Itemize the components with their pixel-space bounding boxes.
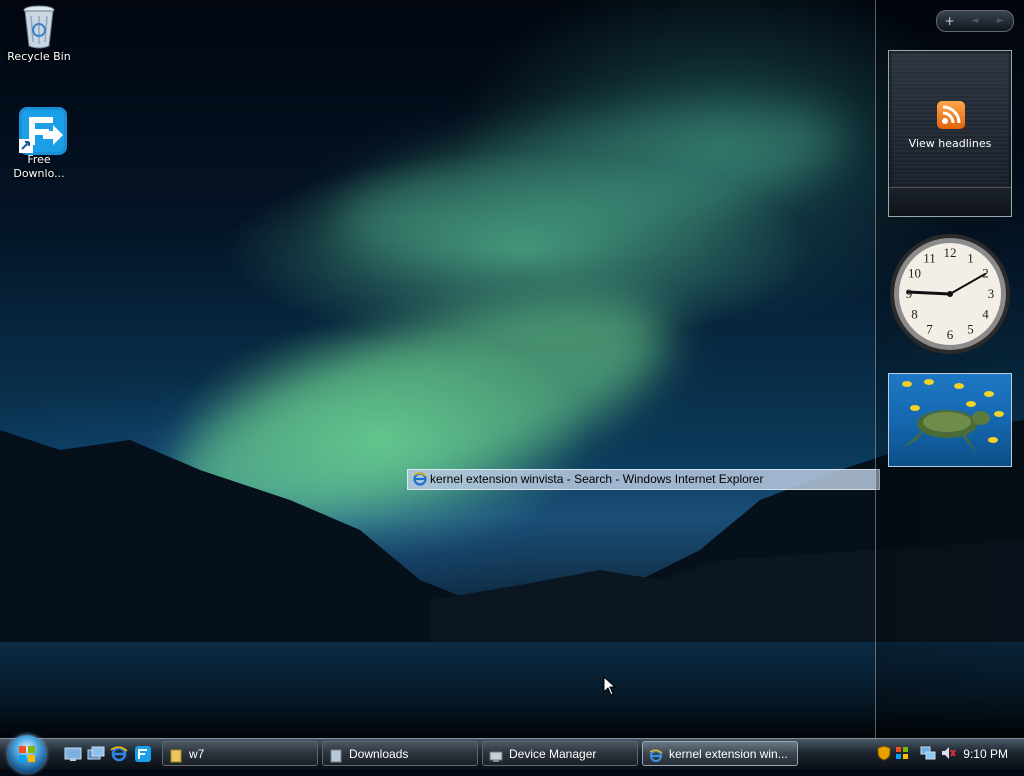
volume-muted-icon[interactable] <box>940 745 956 761</box>
taskbar-button-label: kernel extension win... <box>669 747 788 761</box>
security-shield-icon[interactable] <box>876 745 892 761</box>
folder-icon <box>169 747 183 763</box>
clock-numeral: 7 <box>926 321 933 336</box>
view-headlines-link[interactable]: View headlines <box>889 137 1011 150</box>
free-download-manager-label: Free Downlo... <box>13 153 65 180</box>
device-manager-icon <box>489 747 503 762</box>
taskbar-button-internet-explorer[interactable]: kernel extension win... <box>642 741 798 766</box>
desktop[interactable]: Recycle Bin Free Downlo... kernel extens… <box>0 0 1024 738</box>
mountain-silhouette <box>0 420 1024 650</box>
previous-gadget-page-button[interactable]: ◄ <box>962 11 987 31</box>
window-preview-tooltip: kernel extension winvista - Search - Win… <box>407 469 880 490</box>
add-gadget-button[interactable]: + <box>937 11 962 31</box>
taskbar: w7 Downloads Device Manager kernel exten… <box>0 735 1024 773</box>
clock-numeral: 2 <box>982 265 989 280</box>
recycle-bin-label: Recycle Bin <box>7 50 71 63</box>
clock-numeral: 4 <box>982 306 989 321</box>
taskbar-button-label: Downloads <box>349 747 409 761</box>
lake-reflection <box>0 642 1024 738</box>
taskbar-button-label: w7 <box>189 747 205 761</box>
clock-numeral: 1 <box>967 250 974 265</box>
tray-clock[interactable]: 9:10 PM <box>963 741 1008 767</box>
windows-sidebar: + ◄ ► View headlines 121234567891011 <box>875 0 1024 738</box>
aurora-wallpaper-glow <box>323 75 857 285</box>
ie-icon <box>649 747 663 762</box>
free-download-manager-shortcut[interactable]: Free Downlo... <box>7 107 71 181</box>
taskbar-button-device-manager[interactable]: Device Manager <box>482 741 638 766</box>
free-download-manager-icon <box>19 107 67 155</box>
show-desktop-icon[interactable] <box>64 745 82 763</box>
mouse-cursor-icon <box>603 676 617 696</box>
taskbar-button-downloads[interactable]: Downloads <box>322 741 478 766</box>
ie-icon[interactable] <box>110 745 128 763</box>
clock-numeral: 11 <box>923 250 936 265</box>
recycle-bin[interactable]: Recycle Bin <box>7 4 71 64</box>
switch-windows-icon[interactable] <box>87 745 105 763</box>
sidebar-controls: + ◄ ► <box>936 10 1014 32</box>
taskbar-button-label: Device Manager <box>509 747 597 761</box>
slideshow-gadget[interactable] <box>888 373 1012 467</box>
clock-numeral: 12 <box>944 245 957 260</box>
taskbar-button-w7[interactable]: w7 <box>162 741 318 766</box>
windows-update-icon[interactable] <box>894 745 910 761</box>
next-gadget-page-button[interactable]: ► <box>988 11 1013 31</box>
start-button[interactable] <box>8 735 46 773</box>
tooltip-text: kernel extension winvista - Search - Win… <box>430 472 764 486</box>
notification-area: 9:10 PM <box>868 741 1024 767</box>
clock-numeral: 10 <box>908 265 921 280</box>
clock-numeral: 6 <box>947 327 954 342</box>
free-download-manager-icon[interactable] <box>134 745 152 763</box>
ie-icon <box>413 472 427 492</box>
clock-numeral: 3 <box>988 286 995 301</box>
folder-icon <box>329 747 343 763</box>
clock-numeral: 5 <box>967 321 974 336</box>
network-icon[interactable] <box>920 745 936 761</box>
clock-hour-hand <box>906 290 952 296</box>
recycle-bin-icon <box>19 4 59 49</box>
sea-turtle-photo <box>901 379 1004 454</box>
rss-feed-icon <box>937 101 965 129</box>
windows-logo-icon <box>19 746 35 762</box>
feed-gadget-footer <box>889 187 1011 216</box>
clock-numeral: 8 <box>911 306 918 321</box>
feed-headlines-gadget[interactable]: View headlines <box>888 50 1012 217</box>
clock-gadget[interactable]: 121234567891011 <box>888 232 1012 356</box>
